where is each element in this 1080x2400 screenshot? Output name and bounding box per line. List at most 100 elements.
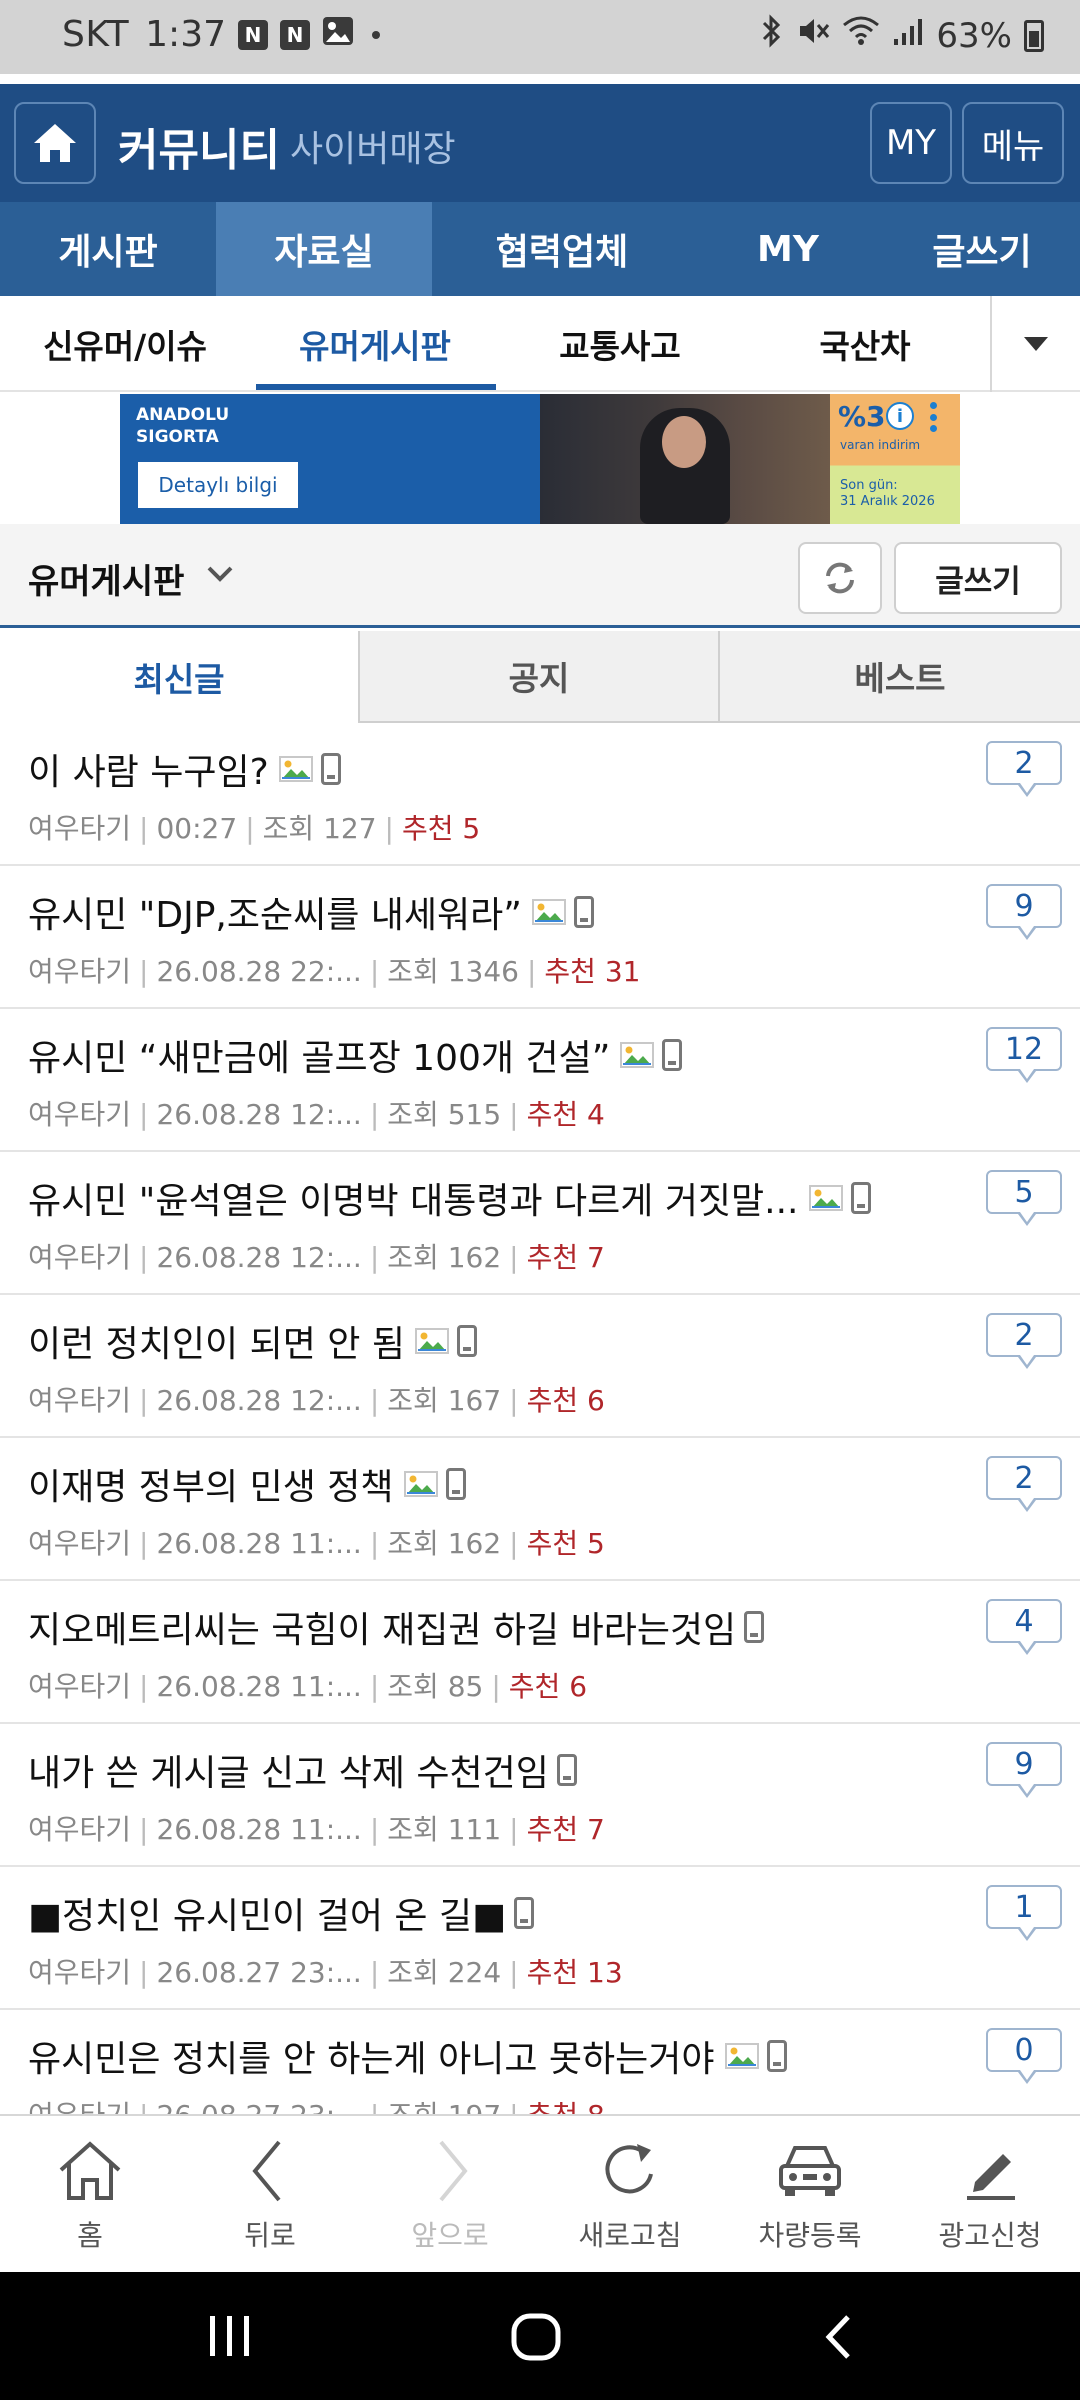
tab-best[interactable]: 베스트 <box>720 631 1080 723</box>
toolbar-back-button[interactable]: 뒤로 <box>180 2116 360 2274</box>
comment-count-badge[interactable]: 2 <box>986 1313 1062 1369</box>
comment-count-badge[interactable]: 4 <box>986 1599 1062 1655</box>
recommend-count: 7 <box>587 1813 605 1846</box>
main-nav-tab-my[interactable]: MY <box>692 202 884 296</box>
main-nav-tab-partners[interactable]: 협력업체 <box>432 202 692 296</box>
sub-nav-tab-domestic-car[interactable]: 국산차 <box>740 296 990 392</box>
bottom-toolbar: 홈 뒤로 앞으로 새로고침 차량등록 광고신청 <box>0 2114 1080 2272</box>
write-post-button[interactable]: 글쓰기 <box>894 542 1062 614</box>
ad-more-icon[interactable] <box>930 402 938 432</box>
post-views: 1346 <box>447 955 519 988</box>
post-row[interactable]: 이 사람 누구임? 여우타기 | 00:27 | 조회 127 | 추천 52 <box>0 723 1080 866</box>
recommend-count: 8 <box>587 2099 605 2115</box>
post-author: 여우타기 <box>28 812 132 845</box>
board-header: 유머게시판 글쓰기 <box>0 524 1080 628</box>
ad-info-icon[interactable]: i <box>886 402 914 430</box>
comment-count-badge[interactable]: 2 <box>986 741 1062 797</box>
notification-gallery-icon <box>322 14 354 55</box>
toolbar-forward-button[interactable]: 앞으로 <box>360 2116 540 2274</box>
board-tabs: 최신글 공지 베스트 <box>0 631 1080 723</box>
post-row[interactable]: 내가 쓴 게시글 신고 삭제 수천건임 여우타기 | 26.08.28 11:... |… <box>0 1724 1080 1867</box>
my-button[interactable]: MY <box>870 102 952 184</box>
tab-notice[interactable]: 공지 <box>360 631 720 723</box>
meta-separator: | <box>370 2099 379 2115</box>
post-title[interactable]: ■정치인 유시민이 걸어 온 길■ <box>28 1887 535 1939</box>
post-title[interactable]: 유시민 “새만금에 골프장 100개 건설” <box>28 1029 683 1081</box>
recent-apps-icon[interactable] <box>206 2314 254 2358</box>
ad-detail-button[interactable]: Detaylı bilgi <box>138 462 298 508</box>
comment-count-badge[interactable]: 12 <box>986 1027 1062 1083</box>
ad-deadline-label: Son gün: <box>840 478 898 493</box>
toolbar-car-register-button[interactable]: 차량등록 <box>720 2116 900 2274</box>
main-nav-tab-board[interactable]: 게시판 <box>0 202 216 296</box>
system-back-icon[interactable] <box>822 2314 854 2360</box>
recommend-count: 13 <box>587 1956 623 1989</box>
post-meta: 여우타기 | 26.08.28 12:... | 조회 162 | 추천 7 <box>28 1236 605 1276</box>
post-recommend: 추천 4 <box>527 1098 605 1131</box>
post-row[interactable]: 이재명 정부의 민생 정책 여우타기 | 26.08.28 11:... | 조회 162… <box>0 1438 1080 1581</box>
recommend-count: 6 <box>569 1670 588 1703</box>
post-title-text: 이 사람 누구임? <box>28 752 269 793</box>
meta-separator: | <box>509 1384 519 1417</box>
ad-person-face <box>662 416 706 468</box>
sub-nav-tab-humor-board[interactable]: 유머게시판 <box>250 296 500 392</box>
comment-count-badge[interactable]: 9 <box>986 884 1062 940</box>
meta-separator: | <box>139 1241 149 1274</box>
sub-nav: 신유머/이슈 유머게시판 교통사고 국산차 <box>0 296 1080 392</box>
comment-count-badge[interactable]: 0 <box>986 2028 1062 2084</box>
ad-banner[interactable]: ANADOLU SIGORTA Detaylı bilgi %3 varan i… <box>120 394 960 524</box>
post-meta: 여우타기 | 26.08.28 22:... | 조회 1346 | 추천 31 <box>28 950 641 990</box>
post-title[interactable]: 지오메트리씨는 국힘이 재집권 하길 바라는것임 <box>28 1601 765 1653</box>
post-title[interactable]: 유시민 "DJP,조순씨를 내세워라” <box>28 886 594 938</box>
refresh-button[interactable] <box>798 542 882 614</box>
mobile-post-icon <box>662 1039 683 1071</box>
toolbar-forward-label: 앞으로 <box>411 2219 489 2252</box>
post-row[interactable]: ■정치인 유시민이 걸어 온 길■ 여우타기 | 26.08.27 23:... | 조회… <box>0 1867 1080 2010</box>
sub-nav-more-button[interactable] <box>990 296 1080 392</box>
post-title[interactable]: 이 사람 누구임? <box>28 743 341 795</box>
pencil-icon <box>967 2154 1015 2200</box>
post-row[interactable]: 유시민 “새만금에 골프장 100개 건설” 여우타기 | 26.08.28 12:.… <box>0 1009 1080 1152</box>
post-row[interactable]: 지오메트리씨는 국힘이 재집권 하길 바라는것임 여우타기 | 26.08.28 11… <box>0 1581 1080 1724</box>
post-title[interactable]: 내가 쓴 게시글 신고 삭제 수천건임 <box>28 1744 577 1796</box>
post-title-text: 유시민 “새만금에 골프장 100개 건설” <box>28 1038 611 1079</box>
toolbar-ad-request-button[interactable]: 광고신청 <box>900 2116 1080 2274</box>
post-title[interactable]: 이재명 정부의 민생 정책 <box>28 1458 466 1510</box>
home-button[interactable] <box>14 102 96 184</box>
menu-button[interactable]: 메뉴 <box>962 102 1064 184</box>
caret-down-icon <box>1024 337 1048 351</box>
main-nav-tab-archive[interactable]: 자료실 <box>216 202 432 296</box>
toolbar-refresh-button[interactable]: 새로고침 <box>540 2116 720 2274</box>
meta-separator: | <box>509 1527 519 1560</box>
recommend-label: 추천 <box>526 1098 579 1131</box>
post-row[interactable]: 유시민 "DJP,조순씨를 내세워라” 여우타기 | 26.08.28 22:... |… <box>0 866 1080 1009</box>
post-views: 224 <box>447 1956 502 1989</box>
chevron-down-icon[interactable] <box>206 564 234 584</box>
image-attachment-icon <box>724 2043 759 2069</box>
post-row[interactable]: 이런 정치인이 되면 안 됨 여우타기 | 26.08.28 12:... | 조회 16… <box>0 1295 1080 1438</box>
recommend-label: 추천 <box>544 955 596 988</box>
post-list: 이 사람 누구임? 여우타기 | 00:27 | 조회 127 | 추천 5 2 유시민 "DJP… <box>0 723 1080 2115</box>
tab-latest[interactable]: 최신글 <box>0 631 360 723</box>
post-row[interactable]: 유시민 "윤석열은 이명박 대통령과 다르게 거짓말... 여우타기 | 26.08.… <box>0 1152 1080 1295</box>
comment-count-badge[interactable]: 1 <box>986 1885 1062 1941</box>
meta-separator: | <box>369 1956 380 1989</box>
system-home-icon[interactable] <box>510 2312 562 2362</box>
main-nav-tab-write[interactable]: 글쓰기 <box>884 202 1080 296</box>
sub-nav-tab-new-humor[interactable]: 신유머/이슈 <box>0 296 250 392</box>
board-title[interactable]: 유머게시판 <box>28 554 184 603</box>
bluetooth-icon <box>760 14 784 57</box>
post-title[interactable]: 유시민은 정치를 안 하는게 아니고 못하는거야 <box>28 2030 787 2082</box>
comment-count-badge[interactable]: 9 <box>986 1742 1062 1798</box>
post-title[interactable]: 이런 정치인이 되면 안 됨 <box>28 1315 477 1367</box>
status-bar: SKT 1:37 N N 63% <box>0 0 1080 74</box>
sub-nav-tab-traffic-accident[interactable]: 교통사고 <box>500 296 740 392</box>
comment-count-badge[interactable]: 5 <box>986 1170 1062 1226</box>
page-subtitle: 사이버매장 <box>290 129 456 170</box>
toolbar-home-button[interactable]: 홈 <box>0 2116 180 2274</box>
post-row[interactable]: 유시민은 정치를 안 하는게 아니고 못하는거야여우타기 | 26.08.27 23… <box>0 2010 1080 2115</box>
page-title: 커뮤니티 <box>118 125 280 176</box>
comment-count-badge[interactable]: 2 <box>986 1456 1062 1512</box>
post-title-text: ■정치인 유시민이 걸어 온 길■ <box>28 1896 507 1937</box>
post-title[interactable]: 유시민 "윤석열은 이명박 대통령과 다르게 거짓말... <box>28 1172 871 1224</box>
